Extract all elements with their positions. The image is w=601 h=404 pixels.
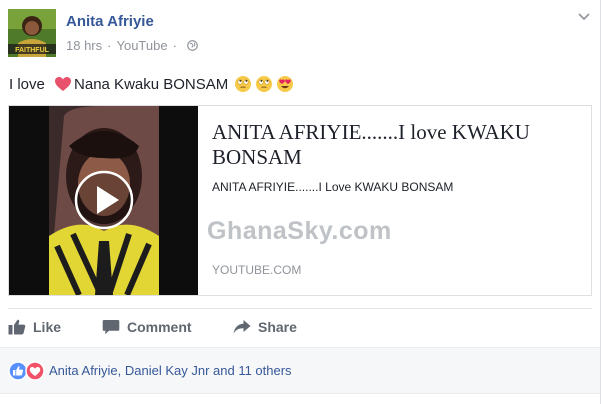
divider [0, 393, 600, 394]
post-source[interactable]: YouTube [116, 38, 167, 53]
author-avatar[interactable]: FAITHFUL [8, 9, 56, 57]
video-thumbnail[interactable] [9, 106, 198, 295]
chevron-down-icon[interactable] [577, 12, 591, 22]
avatar-caption: FAITHFUL [15, 47, 50, 54]
post-text-before: I love [9, 75, 50, 93]
love-reaction-icon [25, 360, 45, 381]
post-timestamp[interactable]: 18 hrs [66, 38, 102, 53]
meta-separator: · [107, 38, 112, 53]
link-domain: YOUTUBE.COM [212, 263, 302, 277]
link-description: ANITA AFRIYIE.......I Love KWAKU BONSAM [212, 180, 454, 194]
eye-roll-emoji-icon [235, 76, 252, 92]
author-name[interactable]: Anita Afriyie [66, 13, 154, 30]
link-title[interactable]: ANITA AFRIYIE.......I love KWAKU BONSAM [212, 120, 582, 170]
comment-button[interactable]: Comment [102, 319, 192, 335]
post-message: I love Nana Kwaku BONSAM [9, 73, 294, 95]
thumbs-up-icon [8, 319, 26, 335]
comment-label: Comment [127, 319, 192, 335]
action-bar: Like Comment Share [8, 308, 592, 347]
like-label: Like [33, 319, 62, 335]
heart-eyes-emoji-icon [277, 76, 294, 92]
feed-post: FAITHFUL Anita Afriyie 18 hrs · YouTube … [0, 0, 601, 404]
watermark-text: GhanaSky.com [207, 217, 392, 245]
reactions-summary[interactable]: Anita Afriyie, Daniel Kay Jnr and 11 oth… [49, 363, 292, 378]
like-button[interactable]: Like [8, 319, 61, 335]
share-button[interactable]: Share [233, 319, 297, 335]
reactions-bar: Anita Afriyie, Daniel Kay Jnr and 11 oth… [0, 347, 600, 393]
globe-icon[interactable] [187, 40, 198, 51]
post-text-after: Nana Kwaku BONSAM [74, 75, 229, 93]
share-label: Share [258, 319, 297, 335]
link-preview-card[interactable]: ANITA AFRIYIE.......I love KWAKU BONSAM … [8, 105, 592, 296]
heart-emoji-icon [55, 77, 72, 91]
avatar-image: FAITHFUL [8, 9, 56, 57]
share-arrow-icon [233, 320, 251, 334]
comment-icon [102, 320, 120, 335]
reaction-icons[interactable] [8, 360, 45, 381]
video-thumbnail-image [9, 106, 198, 295]
eye-roll-emoji-icon-2 [256, 76, 273, 92]
post-meta: 18 hrs · YouTube · [66, 38, 198, 53]
meta-separator-2: · [172, 38, 177, 53]
